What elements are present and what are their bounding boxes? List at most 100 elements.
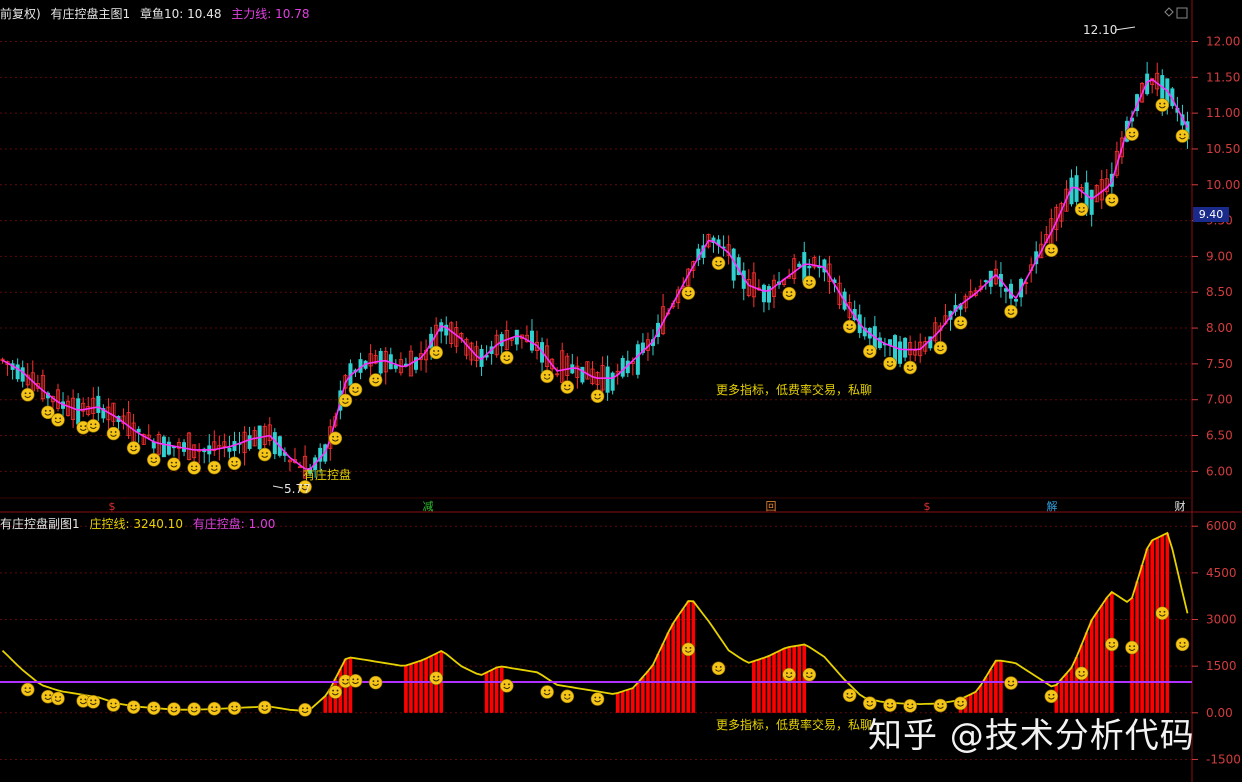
sub-ad-text: 更多指标，低费率交易，私聊 <box>716 717 872 732</box>
smiley-eye-right <box>508 683 510 686</box>
min-arrow <box>272 485 284 489</box>
min-price-label: 5.77 <box>284 482 311 496</box>
smiley-icon <box>540 685 554 699</box>
smiley-face <box>328 431 343 446</box>
smiley-eye-left <box>150 705 153 708</box>
smiley-eye-right <box>1183 641 1186 644</box>
candle-body <box>766 286 771 303</box>
maximize-icon[interactable] <box>1176 7 1188 19</box>
smiley-eye-left <box>261 705 264 707</box>
candle-body <box>247 435 252 449</box>
smiley-eye-left <box>503 355 506 358</box>
control-bar <box>994 660 998 713</box>
candle-body <box>166 441 171 455</box>
event-marker: $ <box>924 500 931 513</box>
candle-body <box>96 395 101 413</box>
smiley-eye-right <box>941 345 944 348</box>
sub-y-axis: 6000 4500 3000 1500 0.00 -1500 <box>1192 519 1241 766</box>
smiley-eye-left <box>1108 641 1111 644</box>
smiley-face <box>1004 676 1018 690</box>
smiley-face <box>540 685 554 699</box>
control-bar <box>484 672 489 713</box>
smiley-eye-left <box>846 692 849 695</box>
control-bar <box>1140 565 1144 713</box>
window-controls[interactable] <box>1164 7 1188 19</box>
smiley-icon <box>126 441 141 455</box>
smiley-eye-right <box>215 706 218 709</box>
smiley-face <box>51 413 65 427</box>
control-bar <box>1074 657 1079 713</box>
control-bar <box>691 601 696 713</box>
smiley-face <box>782 286 796 301</box>
sub-header: 有庄控盘副图1 庄控线: 3240.10 有庄控盘: 1.00 <box>0 515 281 532</box>
smiley-eye-left <box>44 694 47 697</box>
smiley-eye-right <box>719 665 722 668</box>
smiley-icon <box>1175 637 1190 652</box>
smiley-icon <box>681 286 696 300</box>
smiley-face <box>1044 243 1059 257</box>
main-ad-text: 更多指标，低费率交易，私聊 <box>716 382 872 397</box>
smiley-face <box>883 356 897 371</box>
smiley-icon <box>20 387 35 402</box>
control-bar <box>429 655 433 713</box>
smiley-eye-right <box>84 425 87 428</box>
main-y-tick-label: 7.50 <box>1206 357 1233 371</box>
smiley-icon <box>167 457 181 471</box>
smiley-eye-right <box>376 377 379 380</box>
signal-line-label: 有庄控盘: 1.00 <box>192 517 276 531</box>
smiley-eye-right <box>850 324 853 327</box>
smiley-face <box>1175 637 1190 652</box>
control-bar <box>620 691 625 713</box>
candle-body <box>1014 298 1019 302</box>
smiley-eye-left <box>44 409 47 412</box>
control-bar <box>489 669 494 713</box>
smiley-eye-right <box>1163 610 1166 613</box>
smiley-face <box>953 315 968 330</box>
smiley-eye-right <box>1012 680 1015 683</box>
smiley-face <box>711 256 726 270</box>
main-y-tick-label: 6.50 <box>1206 429 1233 443</box>
sub-y-tick-label: 4500 <box>1206 566 1237 580</box>
smiley-eye-right <box>548 373 551 376</box>
price-chart[interactable]: 12.0011.5011.0010.5010.009.509.008.508.0… <box>0 0 1242 782</box>
smiley-eye-right <box>1113 641 1115 644</box>
smiley-face <box>227 456 242 471</box>
event-marker: 财 <box>1175 499 1186 513</box>
smiley-eye-right <box>376 680 379 683</box>
smiley-eye-left <box>886 361 889 363</box>
smiley-face <box>903 360 917 375</box>
smiley-eye-left <box>110 431 113 433</box>
control-bar <box>772 653 776 713</box>
diamond-icon[interactable] <box>1164 7 1174 17</box>
smiley-eye-left <box>342 398 345 400</box>
smiley-eye-left <box>130 704 133 707</box>
smiley-eye-left <box>786 672 788 675</box>
smiley-icon <box>711 661 726 676</box>
smiley-eye-left <box>907 365 909 367</box>
smiley-eye-left <box>1128 645 1131 647</box>
candle-body <box>182 442 187 452</box>
smiley-face <box>933 341 948 355</box>
smiley-icon <box>227 701 242 715</box>
sub-indicator-name[interactable]: 有庄控盘副图1 <box>0 517 80 531</box>
smiley-eye-left <box>1078 670 1081 673</box>
smiley-face <box>863 344 877 359</box>
smiley-eye-right <box>568 693 571 696</box>
smiley-face <box>1044 689 1059 704</box>
smiley-eye-left <box>1159 102 1161 105</box>
event-marker-row: $ 减 回 $ 解 财 <box>109 499 1186 513</box>
sub-y-tick-label: 0.00 <box>1206 706 1233 720</box>
smiley-icon <box>782 667 796 682</box>
smiley-eye-right <box>598 696 601 699</box>
control-line-label: 庄控线: 3240.10 <box>89 517 183 531</box>
control-bar <box>1150 540 1154 713</box>
smiley-face <box>681 286 696 300</box>
control-bar <box>666 632 670 713</box>
smiley-eye-left <box>301 707 304 710</box>
smiley-icon <box>51 413 65 427</box>
smiley-eye-right <box>568 384 571 387</box>
smiley-icon <box>106 426 121 441</box>
smiley-eye-left <box>332 435 335 438</box>
candle-body <box>983 280 988 283</box>
main-grid <box>0 40 1192 472</box>
